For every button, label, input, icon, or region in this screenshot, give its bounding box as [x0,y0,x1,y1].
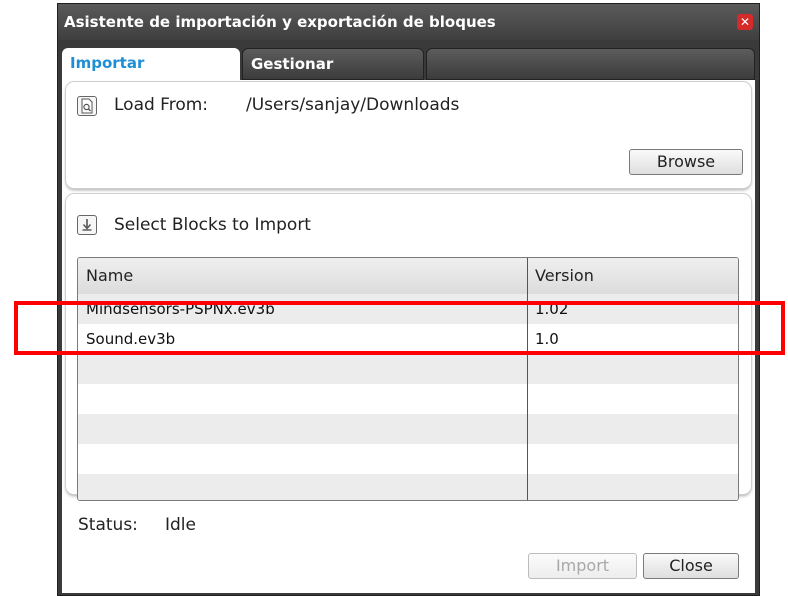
tab-bar: Importar Gestionar [62,48,755,80]
column-header-version[interactable]: Version [535,258,594,294]
import-export-dialog: Asistente de importación y exportación d… [57,3,760,596]
download-icon [77,215,97,235]
column-divider [527,258,528,500]
import-button[interactable]: Import [528,553,637,579]
table-row[interactable]: Mindsensors-PSPNx.ev3b 1.02 [78,294,738,324]
window-title: Asistente de importación y exportación d… [64,13,496,31]
table-row-empty [78,414,738,444]
tab-content: Load From: /Users/sanjay/Downloads Brows… [62,80,755,593]
tab-gestionar-label: Gestionar [251,55,334,73]
load-from-panel: Load From: /Users/sanjay/Downloads Brows… [66,82,751,188]
status-value: Idle [165,515,196,535]
table-header: Name Version [78,258,738,295]
tab-bar-filler [426,48,755,80]
tab-importar-label: Importar [70,54,145,72]
tab-gestionar[interactable]: Gestionar [242,48,424,80]
status-label: Status: [78,515,138,535]
blocks-table: Name Version Mindsensors-PSPNx.ev3b 1.02… [77,257,739,501]
row-version: 1.0 [535,330,559,348]
title-bar: Asistente de importación y exportación d… [58,4,759,40]
close-button[interactable]: Close [643,553,739,579]
close-icon[interactable]: ✕ [737,14,753,30]
column-header-name[interactable]: Name [86,258,133,294]
select-blocks-label: Select Blocks to Import [114,215,311,235]
table-row-empty [78,354,738,384]
load-from-path: /Users/sanjay/Downloads [246,95,460,115]
tab-importar[interactable]: Importar [62,48,240,80]
table-row-empty [78,384,738,414]
table-row-empty [78,474,738,500]
table-row[interactable]: Sound.ev3b 1.0 [78,324,738,354]
file-search-icon [77,96,97,116]
row-version: 1.02 [535,300,569,318]
row-name: Mindsensors-PSPNx.ev3b [86,300,275,318]
browse-button[interactable]: Browse [629,149,743,175]
table-row-empty [78,444,738,474]
load-from-label: Load From: [114,95,209,115]
row-name: Sound.ev3b [86,330,176,348]
